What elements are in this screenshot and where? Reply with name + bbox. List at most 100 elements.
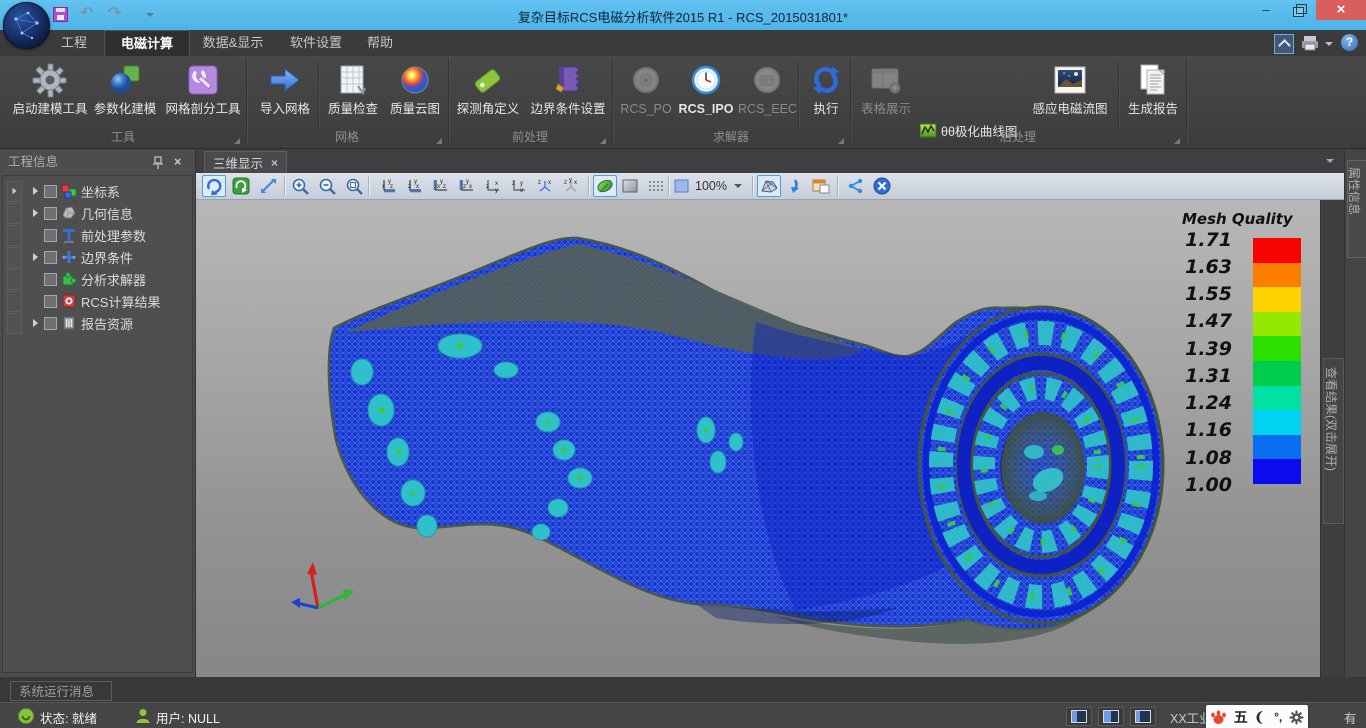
- group-expand-icon[interactable]: [838, 138, 844, 144]
- share-link-button[interactable]: [843, 175, 867, 197]
- view-right-button[interactable]: zxy: [454, 175, 479, 197]
- tabstrip-overflow-icon[interactable]: [1326, 159, 1334, 163]
- group-expand-icon[interactable]: [600, 138, 606, 144]
- launch-modeling-tool-button[interactable]: 启动建模工具: [8, 60, 92, 116]
- fit-view-button[interactable]: [256, 175, 280, 197]
- view-iso1-button[interactable]: zx: [532, 175, 557, 197]
- group-expand-icon[interactable]: [1174, 138, 1180, 144]
- tab-help[interactable]: 帮助: [354, 30, 406, 55]
- minimize-button[interactable]: –: [1252, 0, 1280, 20]
- zoom-in-button[interactable]: [288, 175, 312, 197]
- boundary-settings-button[interactable]: 边界条件设置: [526, 60, 610, 116]
- status-text: 状态: 就绪: [40, 708, 97, 727]
- expand-icon[interactable]: [33, 253, 38, 261]
- spin-view-button[interactable]: [229, 175, 253, 197]
- tab-settings[interactable]: 软件设置: [278, 30, 354, 55]
- solver-rcs-ipo-button[interactable]: RCS_IPO: [676, 60, 736, 116]
- close-panel-icon[interactable]: ×: [174, 150, 181, 174]
- svg-text:x: x: [495, 181, 498, 187]
- mesh-display-button[interactable]: [757, 175, 781, 197]
- zoom-out-button[interactable]: [315, 175, 339, 197]
- socket-icon: [753, 66, 781, 94]
- ime-mode-label[interactable]: 五: [1234, 707, 1248, 727]
- view-results-tab[interactable]: 查看结果(双击展开): [1323, 358, 1344, 524]
- tree-item-coordinate-system[interactable]: 坐标系: [3, 180, 192, 202]
- legend-value: 1.39: [1180, 338, 1232, 360]
- layout-right-button[interactable]: [1130, 707, 1156, 726]
- expand-icon[interactable]: [33, 319, 38, 327]
- tab-data-display[interactable]: 数据&显示: [188, 30, 278, 55]
- tree-item-report-resources[interactable]: 报告资源: [3, 312, 192, 334]
- tree-item-rcs-results[interactable]: RCS计算结果: [3, 290, 192, 312]
- group-expand-icon[interactable]: [436, 138, 442, 144]
- device-dropdown-icon[interactable]: [1325, 42, 1333, 46]
- close-tab-icon[interactable]: ×: [271, 156, 278, 170]
- wireframe-mode-button[interactable]: [643, 175, 667, 197]
- close-button[interactable]: ×: [1316, 0, 1366, 20]
- group-expand-icon[interactable]: [234, 138, 240, 144]
- execute-button[interactable]: 执行: [804, 60, 848, 116]
- 3d-viewport[interactable]: [196, 200, 1320, 677]
- view-back-button[interactable]: zxy: [402, 175, 427, 197]
- layout-split-button[interactable]: [1098, 707, 1124, 726]
- ime-toolbar[interactable]: 五 °,: [1206, 705, 1308, 728]
- checkbox[interactable]: [44, 229, 57, 242]
- rotate-view-button[interactable]: [202, 175, 226, 197]
- collapse-ribbon-button[interactable]: [1274, 34, 1294, 54]
- import-view-button[interactable]: [783, 175, 807, 197]
- scale-box-icon: [674, 179, 690, 194]
- system-message-tab[interactable]: 系统运行消息: [10, 681, 112, 701]
- checkbox[interactable]: [44, 273, 57, 286]
- zoom-extents-button[interactable]: [342, 175, 366, 197]
- expand-icon[interactable]: [33, 209, 38, 217]
- moon-icon[interactable]: [1255, 710, 1267, 725]
- view-iso2-button[interactable]: zyx: [558, 175, 583, 197]
- tab-project[interactable]: 工程: [44, 30, 104, 55]
- zoom-level-select[interactable]: 100%: [674, 175, 742, 197]
- puzzle-icon: [60, 271, 77, 287]
- mesh-partition-tool-button[interactable]: 网格剖分工具: [162, 60, 244, 116]
- view-top-button[interactable]: zxy: [480, 175, 505, 197]
- device-button[interactable]: [1300, 34, 1322, 57]
- checkbox[interactable]: [44, 317, 57, 330]
- import-mesh-button[interactable]: 导入网格: [254, 60, 316, 116]
- quality-cloud-button[interactable]: 质量云图: [384, 60, 446, 116]
- tree-item-boundary-conditions[interactable]: 边界条件: [3, 246, 192, 268]
- parametric-modeling-button[interactable]: 参数化建模: [88, 60, 162, 116]
- tree-item-analysis-solver[interactable]: 分析求解器: [3, 268, 192, 290]
- probe-angle-button[interactable]: 探测角定义: [450, 60, 526, 116]
- checkbox[interactable]: [44, 185, 57, 198]
- checkbox[interactable]: [44, 295, 57, 308]
- axis-triad: [291, 562, 354, 608]
- tree-item-preprocess-params[interactable]: 前处理参数: [3, 224, 192, 246]
- generate-report-button[interactable]: 生成报告: [1124, 60, 1182, 116]
- flat-mode-button[interactable]: [618, 175, 642, 197]
- pin-icon[interactable]: [152, 156, 164, 169]
- expand-icon[interactable]: [33, 187, 38, 195]
- help-button[interactable]: ?: [1341, 34, 1358, 51]
- tab-em-compute[interactable]: 电磁计算: [104, 30, 190, 56]
- tab-3d-display[interactable]: 三维显示 ×: [204, 151, 287, 173]
- window-layers-button[interactable]: [809, 175, 833, 197]
- ime-gear-icon[interactable]: [1289, 710, 1304, 725]
- restore-button[interactable]: [1284, 0, 1312, 20]
- svg-text:x: x: [574, 180, 577, 186]
- delete-view-button[interactable]: [870, 175, 894, 197]
- view-front-button[interactable]: xzy: [376, 175, 401, 197]
- photo-icon: [1053, 64, 1087, 96]
- shaded-mode-button[interactable]: [593, 175, 617, 197]
- app-logo: [3, 2, 50, 49]
- properties-tab[interactable]: 属性信息: [1347, 160, 1366, 258]
- ime-punct-label[interactable]: °,: [1274, 710, 1282, 724]
- checkbox[interactable]: [44, 207, 57, 220]
- view-left-button[interactable]: xzy: [428, 175, 453, 197]
- quality-check-button[interactable]: 质量检查: [322, 60, 384, 116]
- expand-icon[interactable]: [13, 188, 17, 194]
- layout-left-button[interactable]: [1066, 707, 1092, 726]
- checkbox[interactable]: [44, 251, 57, 264]
- view-bottom-button[interactable]: zyx: [506, 175, 531, 197]
- spin-icon: [232, 177, 250, 195]
- tree-item-geometry-info[interactable]: 几何信息: [3, 202, 192, 224]
- induced-current-map-button[interactable]: 感应电磁流图: [1026, 60, 1114, 116]
- group-label-mesh: 网格: [246, 129, 448, 146]
